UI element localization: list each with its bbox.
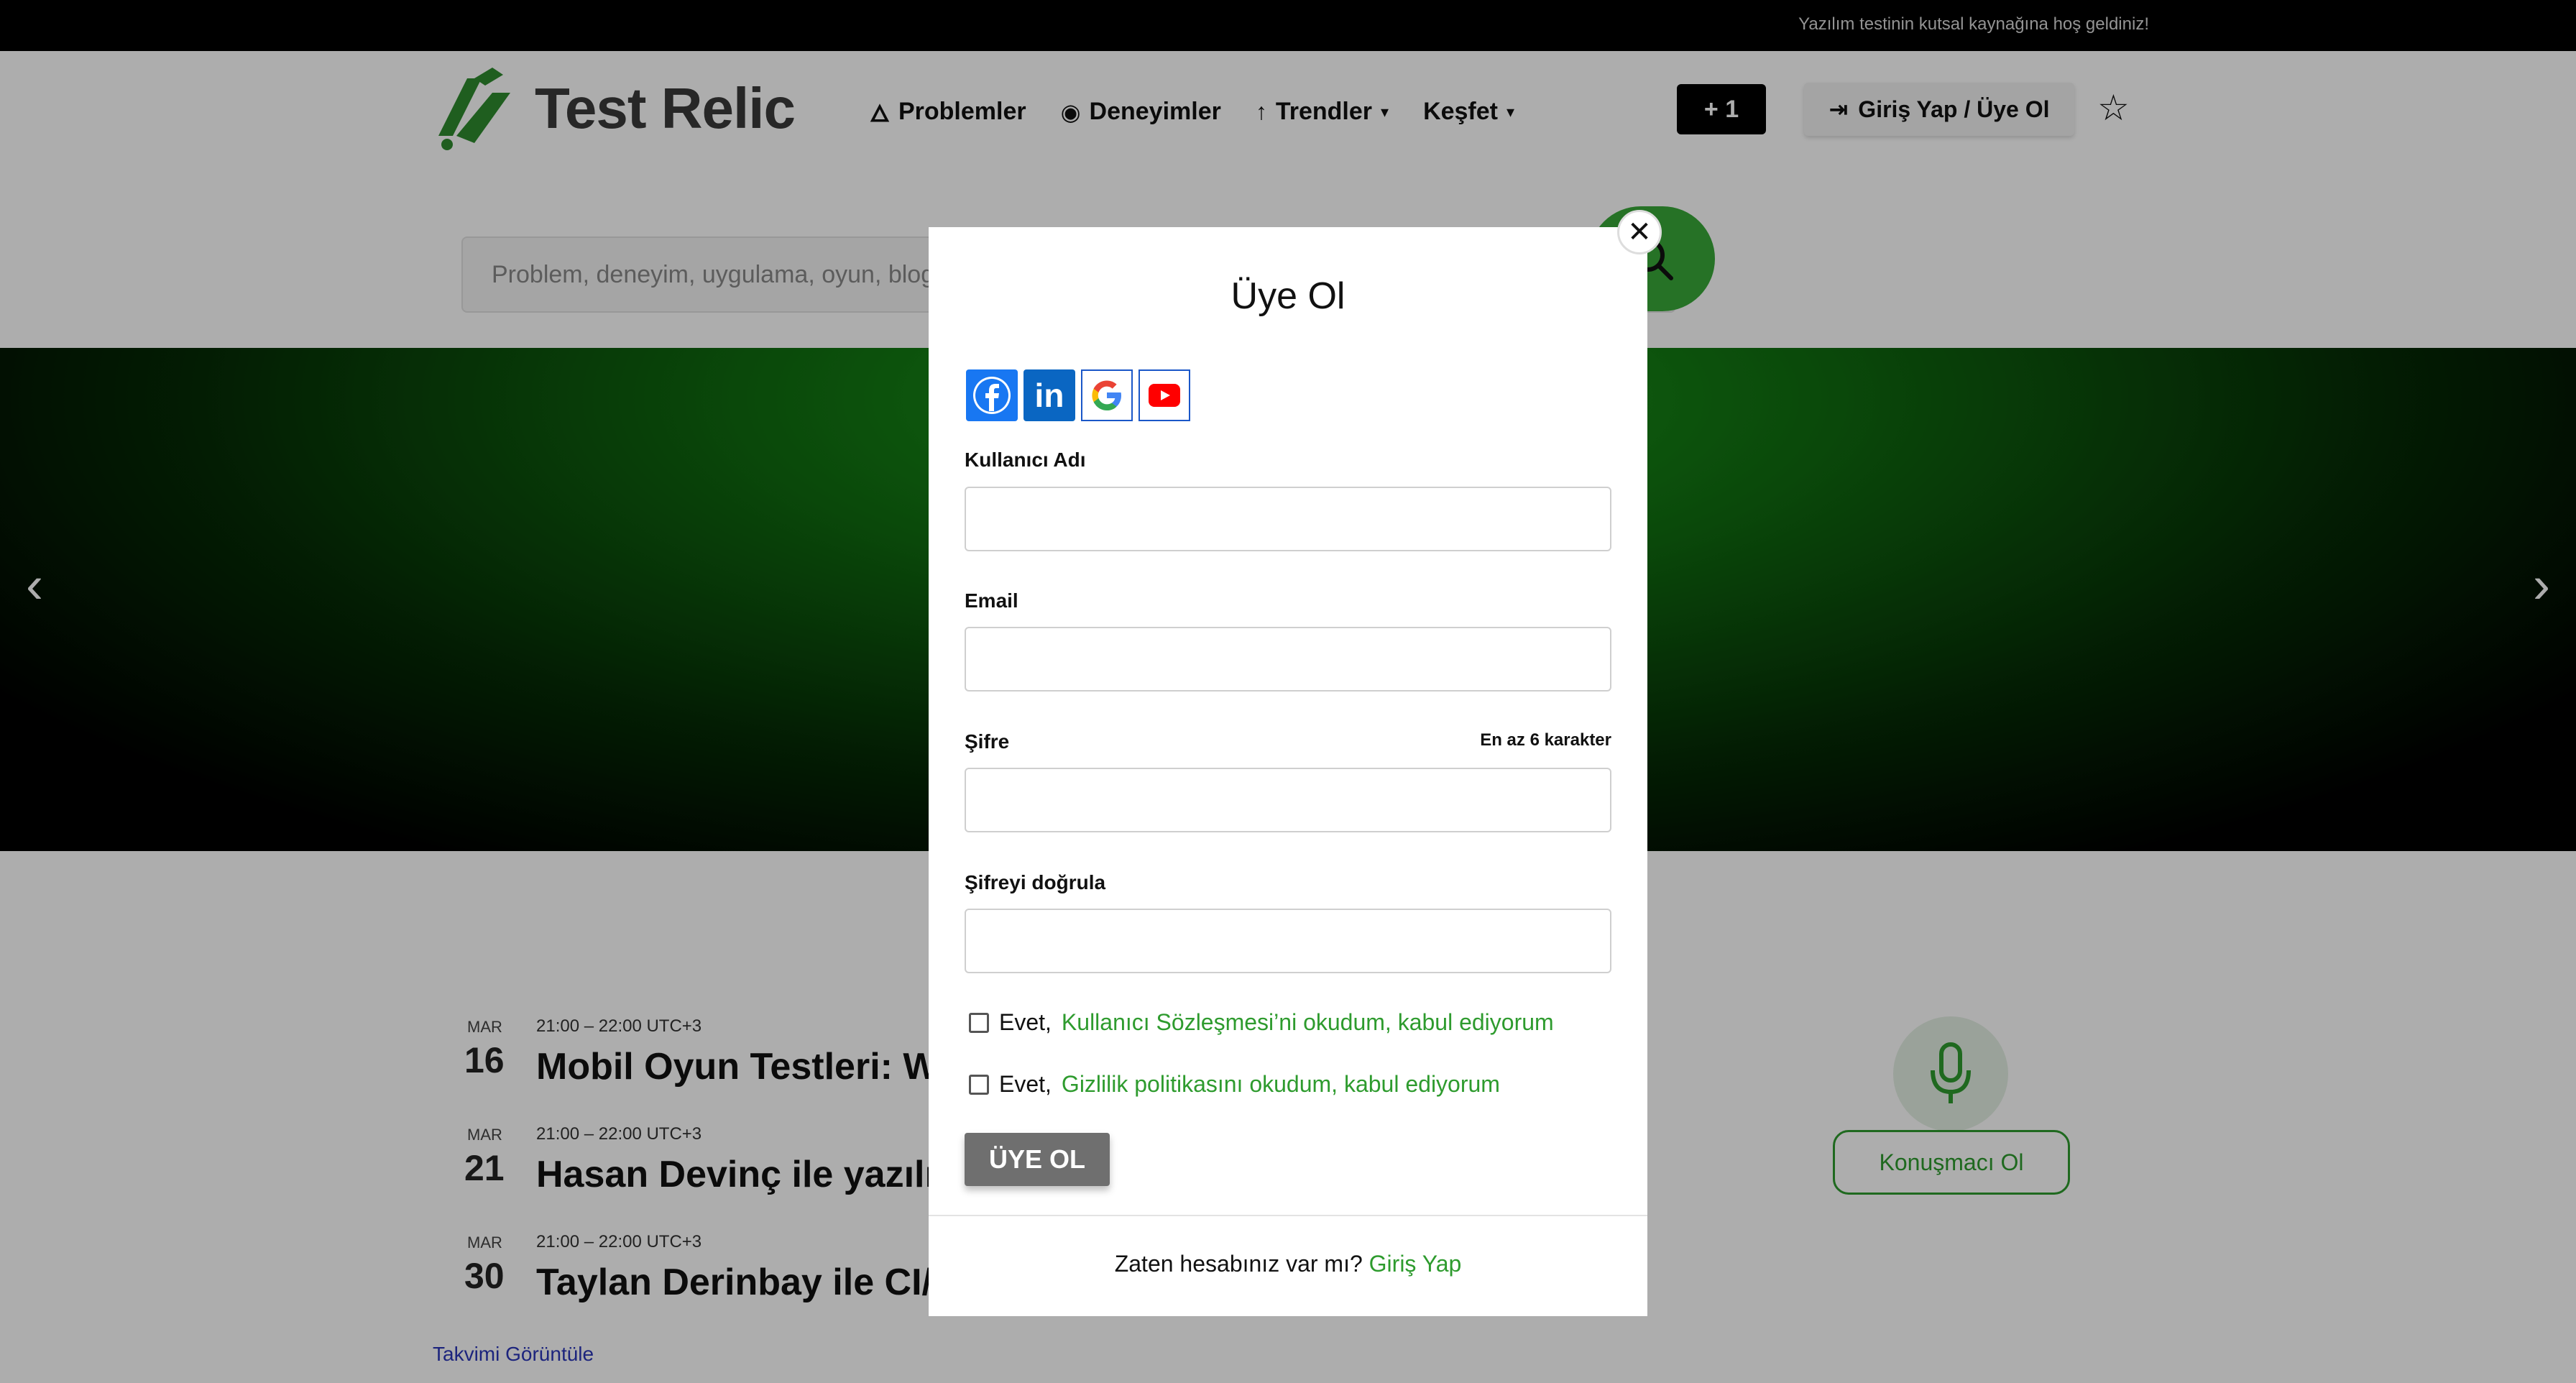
linkedin-icon[interactable]: in [1024, 369, 1075, 421]
login-prompt: Zaten hesabınız var mı? Giriş Yap [929, 1251, 1647, 1277]
login-link[interactable]: Giriş Yap [1369, 1251, 1462, 1277]
modal-divider [929, 1215, 1647, 1216]
confirm-password-label: Şifreyi doğrula [965, 871, 1106, 893]
username-input[interactable] [965, 487, 1611, 551]
username-label: Kullanıcı Adı [965, 449, 1086, 471]
login-prompt-text: Zaten hesabınız var mı? [1114, 1251, 1363, 1277]
google-icon[interactable] [1081, 369, 1133, 421]
privacy-prefix: Evet, [999, 1071, 1052, 1097]
signup-submit-button[interactable]: ÜYE OL [965, 1133, 1110, 1186]
terms-link[interactable]: Kullanıcı Sözleşmesi’ni okudum, kabul ed… [1062, 1009, 1554, 1036]
youtube-icon[interactable] [1138, 369, 1190, 421]
privacy-checkbox[interactable] [969, 1074, 989, 1095]
password-input[interactable] [965, 768, 1611, 832]
confirm-password-input[interactable] [965, 909, 1611, 973]
email-input[interactable] [965, 627, 1611, 692]
email-label: Email [965, 589, 1018, 612]
password-hint: En az 6 karakter [1480, 730, 1611, 750]
terms-checkbox[interactable] [969, 1012, 989, 1033]
signup-modal: ✕ Üye Ol in Kullanıcı Adı Email Şifre En… [929, 210, 1662, 1316]
facebook-icon[interactable] [966, 369, 1018, 421]
password-label: Şifre [965, 730, 1010, 753]
close-icon[interactable]: ✕ [1617, 210, 1662, 254]
privacy-link[interactable]: Gizlilik politikasını okudum, kabul ediy… [1062, 1071, 1500, 1098]
modal-title: Üye Ol [1230, 275, 1346, 317]
privacy-checkbox-row: Evet, Gizlilik politikasını okudum, kabu… [969, 1071, 1500, 1098]
terms-checkbox-row: Evet, Kullanıcı Sözleşmesi’ni okudum, ka… [969, 1009, 1554, 1036]
terms-prefix: Evet, [999, 1009, 1052, 1035]
social-login-group: in [966, 369, 1190, 421]
